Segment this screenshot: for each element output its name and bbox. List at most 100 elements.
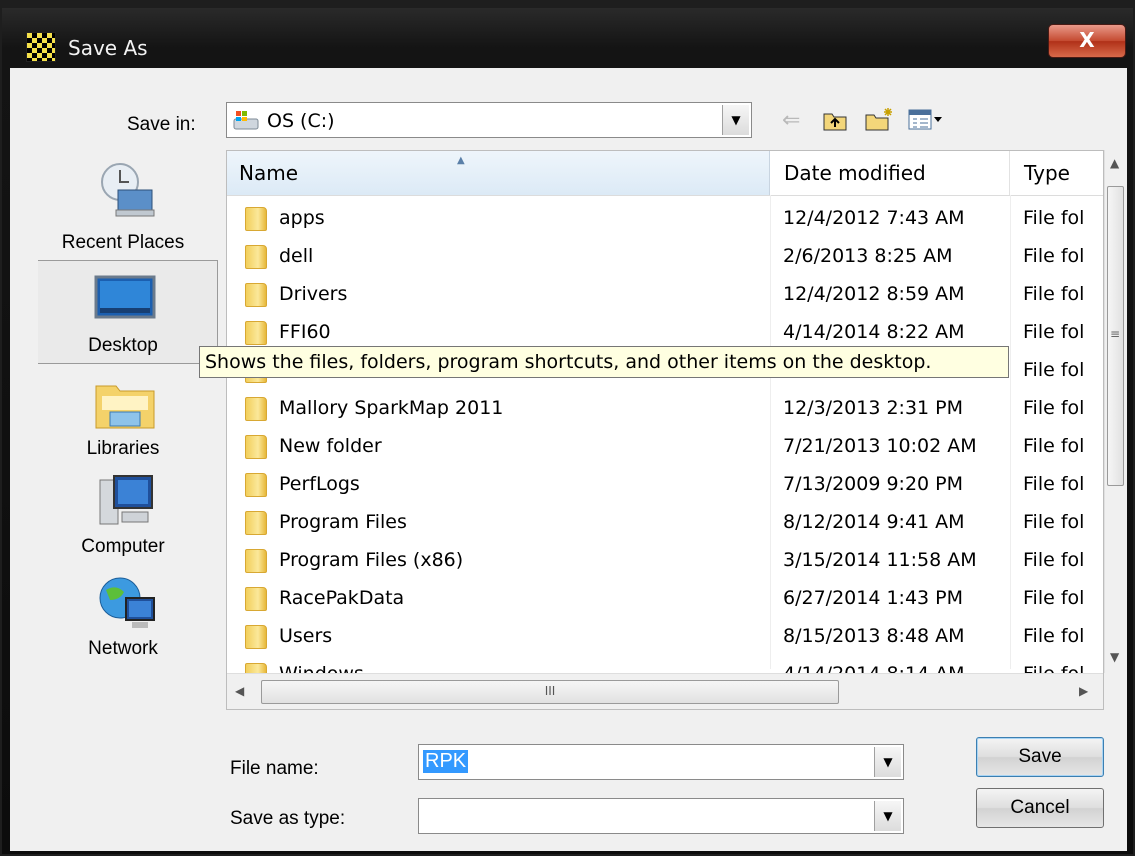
file-name: New folder: [279, 435, 382, 457]
file-date: 7/13/2009 9:20 PM: [783, 473, 964, 495]
chevron-down-icon[interactable]: ▼: [722, 105, 749, 135]
file-name-label: File name:: [230, 758, 319, 779]
title-bar[interactable]: Save As X: [2, 8, 1133, 68]
back-arrow-icon[interactable]: ⇐: [782, 108, 800, 133]
file-type: File fol: [1023, 207, 1085, 229]
file-name: PerfLogs: [279, 473, 360, 495]
list-header: Name ▲ Date modified Type: [227, 151, 1103, 196]
folder-icon: [245, 549, 267, 573]
place-label: Libraries: [86, 438, 160, 459]
up-folder-icon[interactable]: [822, 108, 848, 132]
column-header-type[interactable]: Type: [1010, 151, 1103, 195]
place-recent-places[interactable]: Recent Places: [38, 156, 218, 260]
horizontal-scrollbar[interactable]: ◀ III ▶: [227, 673, 1103, 709]
libraries-icon: [95, 385, 155, 429]
place-label: Computer: [81, 536, 165, 557]
horizontal-scroll-thumb[interactable]: III: [261, 680, 839, 704]
places-bar: Recent Places Desktop Libraries Computer…: [38, 156, 218, 716]
file-type: File fol: [1023, 549, 1085, 571]
folder-icon: [245, 245, 267, 269]
file-type: File fol: [1023, 283, 1085, 305]
column-header-name[interactable]: Name ▲: [227, 151, 770, 195]
chevron-down-icon[interactable]: ▼: [874, 801, 901, 831]
save-in-value: OS (C:): [267, 110, 335, 132]
file-date: 7/21/2013 10:02 AM: [783, 435, 977, 457]
file-name: apps: [279, 207, 325, 229]
file-type: File fol: [1023, 587, 1085, 609]
file-date: 12/3/2013 2:31 PM: [783, 397, 964, 419]
view-menu-icon[interactable]: [908, 108, 944, 132]
network-icon: [99, 577, 155, 628]
save-in-combo[interactable]: OS (C:) ▼: [226, 102, 752, 138]
close-button[interactable]: X: [1048, 24, 1126, 58]
file-type: File fol: [1023, 397, 1085, 419]
file-row[interactable]: Program Files (x86) 3/15/2014 11:58 AM F…: [227, 541, 1103, 579]
file-name: Users: [279, 625, 333, 647]
column-header-date-modified[interactable]: Date modified: [770, 151, 1010, 195]
folder-icon: [245, 283, 267, 307]
drive-icon: [233, 111, 259, 130]
scroll-up-icon[interactable]: ▲: [1110, 156, 1119, 170]
place-computer[interactable]: Computer: [38, 468, 218, 572]
folder-icon: [245, 511, 267, 535]
file-type: File fol: [1023, 473, 1085, 495]
new-folder-icon[interactable]: [864, 106, 894, 132]
dialog-body: Save in: OS (C:) ▼ ⇐ Recent Places Deskt…: [10, 68, 1127, 851]
cancel-button[interactable]: Cancel: [976, 788, 1104, 828]
file-row[interactable]: Program Files 8/12/2014 9:41 AM File fol: [227, 503, 1103, 541]
file-type: File fol: [1023, 245, 1085, 267]
folder-icon: [245, 397, 267, 421]
window-title: Save As: [68, 36, 148, 60]
file-name: Program Files: [279, 511, 407, 533]
place-label: Recent Places: [61, 232, 185, 253]
file-row[interactable]: apps 12/4/2012 7:43 AM File fol: [227, 199, 1103, 237]
file-date: 8/12/2014 9:41 AM: [783, 511, 965, 533]
place-libraries[interactable]: Libraries: [38, 364, 218, 468]
sort-ascending-icon: ▲: [457, 155, 465, 166]
recent-places-icon: [101, 163, 155, 217]
save-in-label: Save in:: [127, 114, 196, 135]
file-name: Program Files (x86): [279, 549, 464, 571]
file-row[interactable]: Mallory SparkMap 2011 12/3/2013 2:31 PM …: [227, 389, 1103, 427]
file-type: File fol: [1023, 511, 1085, 533]
chevron-down-icon[interactable]: ▼: [874, 747, 901, 777]
scroll-down-icon[interactable]: ▼: [1110, 650, 1119, 664]
file-row[interactable]: Drivers 12/4/2012 8:59 AM File fol: [227, 275, 1103, 313]
save-as-type-label: Save as type:: [230, 808, 346, 829]
file-name-field[interactable]: RPK ▼: [418, 744, 904, 780]
file-list[interactable]: Name ▲ Date modified Type apps 12/4/2012…: [226, 150, 1104, 710]
place-label: Desktop: [88, 335, 158, 356]
file-name: Mallory SparkMap 2011: [279, 397, 504, 419]
scroll-right-icon[interactable]: ▶: [1079, 684, 1088, 698]
folder-icon: [245, 207, 267, 231]
file-type: File fol: [1023, 435, 1085, 457]
folder-icon: [245, 587, 267, 611]
folder-icon: [245, 473, 267, 497]
file-row[interactable]: RacePakData 6/27/2014 1:43 PM File fol: [227, 579, 1103, 617]
file-name: dell: [279, 245, 314, 267]
place-desktop[interactable]: Desktop: [38, 260, 218, 364]
desktop-tooltip: Shows the files, folders, program shortc…: [199, 346, 1009, 378]
vertical-scroll-thumb[interactable]: ≡: [1107, 186, 1124, 486]
file-name: RacePakData: [279, 587, 405, 609]
scroll-left-icon[interactable]: ◀: [235, 684, 244, 698]
save-as-type-select[interactable]: ▼: [418, 798, 904, 834]
folder-icon: [245, 625, 267, 649]
file-date: 3/15/2014 11:58 AM: [783, 549, 977, 571]
file-row[interactable]: dell 2/6/2013 8:25 AM File fol: [227, 237, 1103, 275]
file-date: 8/15/2013 8:48 AM: [783, 625, 965, 647]
file-date: 2/6/2013 8:25 AM: [783, 245, 953, 267]
grip-icon: ≡: [1110, 327, 1121, 341]
file-row[interactable]: PerfLogs 7/13/2009 9:20 PM File fol: [227, 465, 1103, 503]
file-row[interactable]: New folder 7/21/2013 10:02 AM File fol: [227, 427, 1103, 465]
file-row[interactable]: Users 8/15/2013 8:48 AM File fol: [227, 617, 1103, 655]
app-icon: [26, 32, 56, 62]
vertical-scrollbar[interactable]: ▲ ≡ ▼: [1104, 150, 1126, 673]
place-network[interactable]: Network: [38, 572, 218, 676]
place-label: Network: [88, 638, 158, 659]
save-button[interactable]: Save: [976, 737, 1104, 777]
file-type: File fol: [1023, 359, 1085, 381]
desktop-icon: [94, 275, 156, 319]
column-header-label: Name: [239, 161, 299, 185]
file-type: File fol: [1023, 321, 1085, 343]
